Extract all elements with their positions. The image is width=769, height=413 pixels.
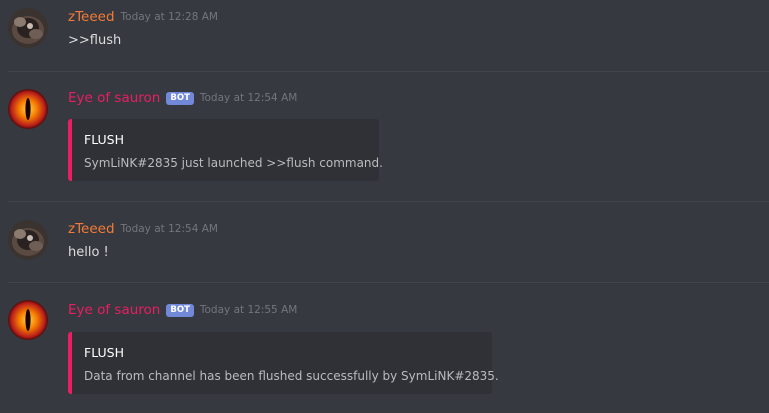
message-text: >>flush — [68, 33, 122, 48]
eye-of-sauron-avatar-icon — [8, 89, 48, 129]
message-divider — [8, 282, 769, 283]
embed-description: SymLiNK#2835 just launched >>flush comma… — [84, 156, 383, 170]
dark-creature-avatar-icon — [8, 220, 48, 260]
bot-avatar[interactable] — [8, 300, 48, 340]
message-author[interactable]: zTeeed — [68, 221, 115, 237]
message-author[interactable]: Eye of sauron — [68, 90, 160, 106]
bot-avatar[interactable] — [8, 89, 48, 129]
message-timestamp: Today at 12:28 AM — [120, 11, 218, 23]
embed-description: Data from channel has been flushed succe… — [84, 369, 499, 383]
embed-title: FLUSH — [84, 132, 125, 147]
message-text: hello ! — [68, 245, 109, 260]
message-timestamp: Today at 12:54 AM — [199, 92, 298, 104]
bot-tag-badge: BOT — [166, 303, 194, 317]
bot-tag-badge: BOT — [166, 91, 194, 105]
chat-messages: zTeeed Today at 12:28 AM >>flush Eye of … — [0, 0, 769, 413]
embed-title: FLUSH — [84, 345, 125, 360]
message-embed: FLUSH Data from channel has been flushed… — [68, 332, 499, 394]
message-timestamp: Today at 12:55 AM — [199, 304, 298, 316]
message-author[interactable]: zTeeed — [68, 9, 115, 25]
user-avatar[interactable] — [8, 220, 48, 260]
message-divider — [8, 71, 769, 72]
message-embed: FLUSH SymLiNK#2835 just launched >>flush… — [68, 119, 383, 181]
message-author[interactable]: Eye of sauron — [68, 302, 160, 318]
message-timestamp: Today at 12:54 AM — [120, 223, 218, 235]
user-avatar[interactable] — [8, 8, 48, 48]
message-divider — [8, 201, 769, 202]
dark-creature-avatar-icon — [8, 8, 48, 48]
eye-of-sauron-avatar-icon — [8, 300, 48, 340]
